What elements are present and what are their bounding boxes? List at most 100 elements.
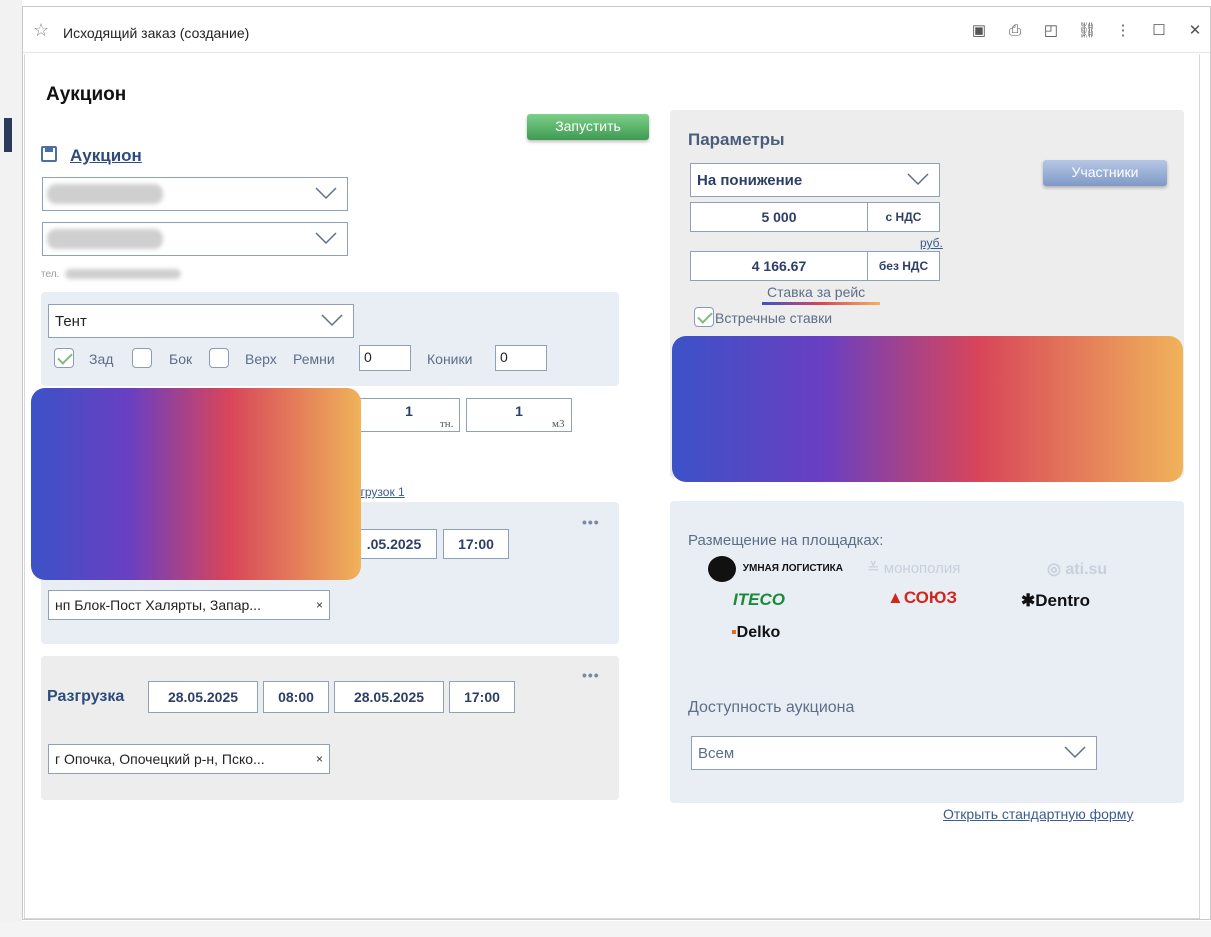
placement-title: Размещение на площадках: — [688, 532, 884, 549]
platform-name: монополия — [883, 560, 961, 577]
loading-address: нп Блок-Пост Халярты, Запар... — [55, 597, 261, 613]
background-table-row — [0, 921, 1211, 937]
close-icon[interactable]: ✕ — [1186, 21, 1204, 39]
rate-underline — [762, 302, 880, 305]
parameters-title: Параметры — [688, 130, 785, 149]
blurred-value — [47, 229, 163, 249]
platform-delko[interactable]: ▪Delko — [731, 624, 780, 642]
body-type-select[interactable]: Тент — [48, 304, 354, 338]
participants-button[interactable]: Участники — [1043, 160, 1167, 186]
platform-soyuz[interactable]: ▲СОЮЗ — [887, 588, 957, 608]
unloading-address: г Опочка, Опочецкий р-н, Пско... — [55, 751, 265, 767]
rear-loading-checkbox[interactable] — [54, 348, 74, 368]
maximize-icon[interactable]: ☐ — [1150, 21, 1168, 39]
auction-link[interactable]: Аукцион — [70, 146, 142, 166]
print-icon[interactable]: ⎙ — [1006, 21, 1024, 39]
platform-iteco[interactable]: ITECO — [733, 590, 785, 610]
counter-bids-checkbox[interactable] — [694, 307, 714, 327]
top-label: Верх — [245, 351, 277, 367]
loading-address-tag: нп Блок-Пост Халярты, Запар... × — [48, 590, 330, 620]
unloading-date-from[interactable]: 28.05.2025 — [148, 681, 258, 713]
background-page-marker — [4, 118, 12, 152]
dropdown-item[interactable]: Продукты питания — [45, 522, 165, 539]
currency-link[interactable]: руб. — [920, 236, 943, 250]
top-loading-checkbox[interactable] — [209, 348, 229, 368]
side-loading-checkbox[interactable] — [132, 348, 152, 368]
platform-smart-logistics[interactable]: УМНАЯ ЛОГИСТИКА — [708, 556, 843, 582]
unloading-time-to[interactable]: 17:00 — [449, 681, 515, 713]
link-icon[interactable]: ⛓ — [1077, 21, 1096, 39]
unloading-label: Разгрузка — [47, 688, 125, 705]
transfer-settings-link[interactable]: Настройки передачи заказа — [844, 440, 999, 454]
platform-ati[interactable]: ◎ ati.su — [1047, 559, 1107, 579]
unloading-more-icon[interactable]: ••• — [582, 667, 600, 683]
cargo-dropdown: Подарки Промышленное моечное оборудовани… — [41, 430, 349, 568]
unloading-date-to[interactable]: 28.05.2025 — [334, 681, 444, 713]
contact-select[interactable] — [42, 222, 348, 256]
order-window: ☆ Исходящий заказ (создание) ▣ ⎙ ◰ ⛓ ⋮ ☐… — [22, 6, 1211, 920]
price-with-vat-input[interactable]: 5 000 — [690, 202, 868, 232]
background-page-edge — [0, 0, 22, 937]
platform-monopoly[interactable]: ≚ монополия — [867, 559, 960, 577]
blurred-phone — [65, 269, 181, 279]
customer-select[interactable] — [42, 177, 348, 211]
cones-input[interactable]: 0 — [495, 345, 547, 371]
smart-logistics-logo-icon — [708, 556, 736, 582]
favorite-star-icon[interactable]: ☆ — [33, 20, 49, 41]
platform-name: Delko — [736, 624, 781, 641]
unloading-panel — [41, 656, 619, 800]
belts-input[interactable]: 0 — [359, 345, 411, 371]
page-title: Аукцион — [46, 84, 127, 105]
remove-address-icon[interactable]: × — [316, 745, 323, 773]
unloads-link[interactable]: згрузок 1 — [355, 485, 405, 499]
cones-label: Коники — [427, 351, 473, 367]
chevron-down-icon — [321, 314, 343, 327]
counter-bids-label: Встречные ставки — [715, 310, 833, 326]
weight-unit: тн. — [440, 418, 454, 430]
chevron-down-icon — [1064, 746, 1086, 759]
preview-icon[interactable]: ◰ — [1042, 21, 1060, 39]
dropdown-item[interactable]: Продукты — [45, 500, 109, 517]
weight-value: 1 — [405, 403, 413, 419]
chevron-down-icon — [315, 187, 337, 200]
tel-label: тел. — [41, 269, 60, 280]
launch-button[interactable]: Запустить — [527, 114, 649, 140]
save-icon[interactable]: ▣ — [970, 21, 988, 39]
loading-more-icon[interactable]: ••• — [582, 514, 600, 530]
comment-label: Комментарий — [693, 353, 769, 367]
loading-time-to[interactable]: 17:00 — [443, 529, 509, 559]
loading-date-to[interactable]: .05.2025 — [351, 529, 437, 559]
dropdown-item[interactable]: Подарки — [45, 434, 345, 451]
blurred-value — [47, 184, 163, 204]
cargo-type-select[interactable]: п — [42, 398, 348, 432]
platform-name: ati.su — [1065, 561, 1108, 578]
comment-textarea[interactable] — [690, 376, 1164, 432]
window-toolbar: ▣ ⎙ ◰ ⛓ ⋮ ☐ ✕ — [970, 21, 1204, 40]
price-without-vat-input[interactable]: 4 166.67 — [690, 251, 868, 281]
chevron-down-icon — [315, 408, 337, 421]
extra-info-link[interactable]: Доп информация — [1054, 348, 1150, 362]
direction-select[interactable]: На понижение — [690, 163, 940, 197]
monopoly-logo-icon: ≚ — [867, 560, 884, 577]
window-titlebar: ☆ Исходящий заказ (создание) ▣ ⎙ ◰ ⛓ ⋮ ☐… — [23, 7, 1210, 53]
with-vat-label: с НДС — [867, 202, 940, 232]
open-standard-form-link[interactable]: Открыть стандартную форму — [943, 806, 1133, 822]
platform-name: СОЮЗ — [903, 588, 958, 607]
more-menu-icon[interactable]: ⋮ — [1114, 21, 1132, 39]
ati-logo-icon: ◎ — [1047, 561, 1066, 578]
availability-title: Доступность аукциона — [688, 699, 855, 716]
platform-dentro[interactable]: ✱Dentro — [1021, 591, 1090, 611]
volume-unit: м3 — [552, 418, 565, 430]
dropdown-item[interactable]: Промышленное моечное оборудование — [45, 456, 295, 473]
without-vat-label: без НДС — [867, 251, 940, 281]
unloading-time-from[interactable]: 08:00 — [263, 681, 329, 713]
show-all-link[interactable]: Показать все — [283, 552, 344, 563]
availability-value: Всем — [698, 745, 735, 762]
cargo-search-value[interactable]: п — [49, 407, 57, 424]
availability-select[interactable]: Всем — [691, 736, 1097, 770]
body-type-value: Тент — [55, 313, 87, 330]
dropdown-item[interactable]: ЗПФ — [45, 478, 75, 495]
chevron-down-icon — [315, 232, 337, 245]
remove-address-icon[interactable]: × — [316, 591, 323, 619]
soyuz-logo-icon: ▲ — [887, 588, 904, 607]
